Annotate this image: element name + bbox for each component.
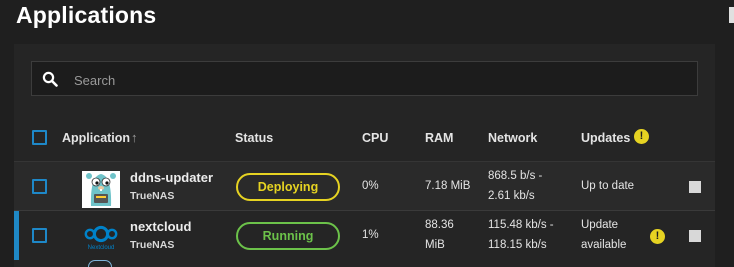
applications-panel: Application ↑ Status CPU RAM Network Upd… [14, 44, 715, 267]
column-header-application[interactable]: Application [62, 131, 130, 145]
table-row[interactable] [14, 260, 715, 267]
row-checkbox[interactable] [32, 228, 47, 243]
gopher-logo-icon [82, 171, 120, 208]
table-row[interactable]: ddns-updater TrueNAS Deploying 0% 7.18 M… [14, 161, 715, 211]
app-train: TrueNAS [130, 239, 175, 251]
cpu-value: 0% [362, 180, 379, 192]
selected-row-indicator [14, 211, 19, 260]
search-icon [42, 71, 58, 87]
nextcloud-logo-icon: Nextcloud [84, 225, 118, 251]
app-name[interactable]: nextcloud [130, 219, 191, 234]
ram-value-line2: MiB [425, 239, 445, 251]
ram-value: 7.18 MiB [425, 180, 471, 192]
network-value-line1: 115.48 kb/s - [488, 219, 554, 231]
cpu-value: 1% [362, 229, 379, 241]
window-edge-marker [729, 7, 734, 23]
page-title: Applications [16, 2, 157, 28]
app-name[interactable]: ddns-updater [130, 170, 213, 185]
warning-icon: ! [634, 129, 649, 144]
updates-value-line1: Update [581, 219, 619, 231]
updates-value: Up to date [581, 180, 635, 192]
app-logo-icon [88, 260, 112, 267]
arrow-up-icon[interactable]: ↑ [131, 130, 138, 145]
column-header-updates[interactable]: Updates [581, 131, 630, 145]
table-row[interactable]: Nextcloud nextcloud TrueNAS Running 1% 8… [14, 210, 715, 261]
svg-text:Nextcloud: Nextcloud [88, 245, 115, 251]
row-actions-icon[interactable] [689, 181, 701, 193]
network-value-line2: 2.61 kb/s [488, 190, 535, 202]
row-actions-icon[interactable] [689, 230, 701, 242]
ram-value-line1: 88.36 [425, 219, 454, 231]
column-header-status[interactable]: Status [235, 131, 273, 145]
column-header-ram[interactable]: RAM [425, 131, 453, 145]
column-header-cpu[interactable]: CPU [362, 131, 388, 145]
search-input[interactable] [72, 68, 676, 92]
select-all-checkbox[interactable] [32, 130, 47, 145]
status-badge: Running [236, 222, 340, 250]
row-checkbox[interactable] [32, 179, 47, 194]
updates-value-line2: available [581, 239, 627, 251]
status-badge: Deploying [236, 173, 340, 201]
network-value-line2: 118.15 kb/s [488, 239, 547, 251]
warning-icon: ! [650, 229, 665, 244]
column-header-network[interactable]: Network [488, 131, 537, 145]
search-bar[interactable] [31, 61, 698, 96]
network-value-line1: 868.5 b/s - [488, 170, 543, 182]
app-train: TrueNAS [130, 190, 175, 202]
